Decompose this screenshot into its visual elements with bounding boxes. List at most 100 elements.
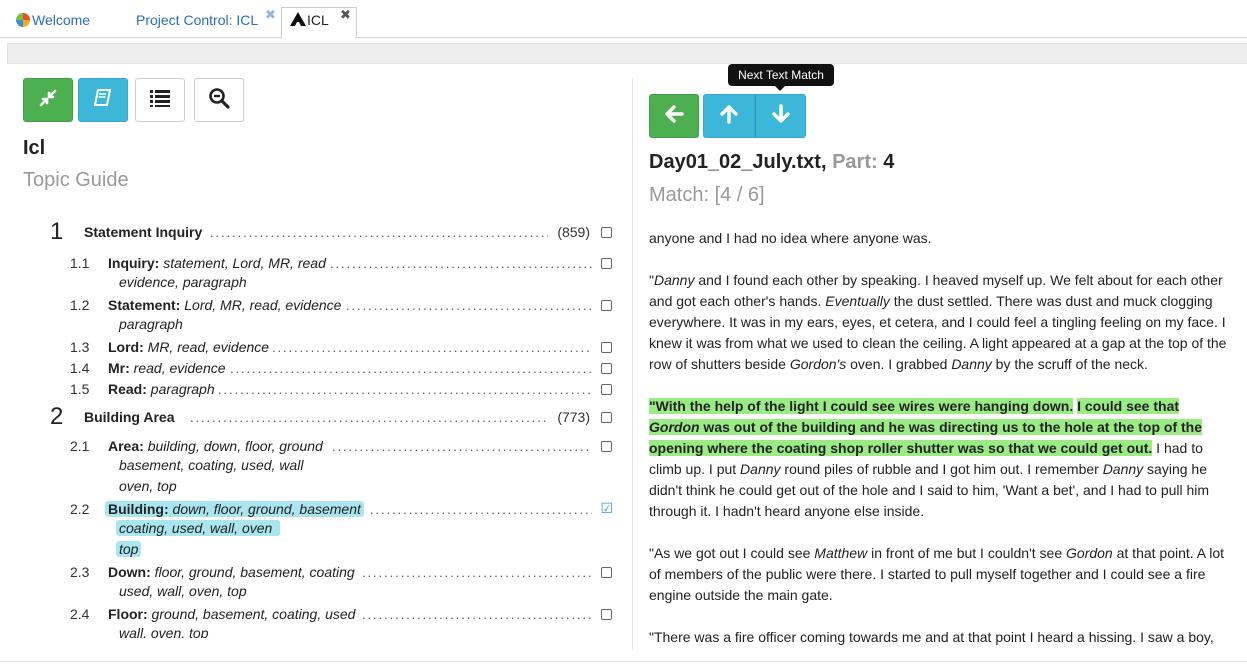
subtopic-terms-continued: coating, used, wall, oven bbox=[116, 520, 281, 536]
arrow-down-icon bbox=[770, 103, 792, 130]
subtopic-checkbox[interactable] bbox=[601, 342, 612, 353]
subtopic-terms-continued: wall, oven, top bbox=[119, 625, 209, 638]
subtopic-row[interactable]: 1.4 Mr: read, evidence .................… bbox=[40, 358, 612, 379]
subtopic-number: 1.3 bbox=[70, 339, 90, 355]
paragraph-with-match: "With the help of the light I could see … bbox=[649, 396, 1229, 522]
tooltip: Next Text Match bbox=[728, 64, 834, 86]
subtopic-number: 1.5 bbox=[70, 381, 90, 397]
collapse-button[interactable] bbox=[23, 78, 73, 122]
list-icon bbox=[149, 88, 171, 113]
search-match-highlight: Gordon bbox=[649, 419, 700, 435]
subtopic-row[interactable]: 1.3 Lord: MR, read, evidence ...........… bbox=[40, 337, 612, 358]
subtopic-checkbox[interactable] bbox=[601, 384, 612, 395]
subtopic-row[interactable]: 2.3 Down: floor, ground, basement, coati… bbox=[40, 562, 612, 583]
text-run: Danny bbox=[653, 272, 695, 288]
topic-checkbox[interactable] bbox=[601, 227, 612, 238]
subtopic-label: Lord: bbox=[108, 339, 144, 355]
text-run: Eventually bbox=[825, 293, 890, 309]
subtopic-number: 1.1 bbox=[70, 255, 90, 271]
tab-welcome[interactable]: Welcome bbox=[16, 11, 90, 29]
subtopic-checkbox[interactable] bbox=[601, 258, 612, 269]
dot-leader: ........................................… bbox=[330, 256, 592, 271]
checkbox-checked-icon[interactable]: ☑ bbox=[600, 500, 613, 516]
subtopic-terms-continued: evidence, paragraph bbox=[119, 274, 247, 290]
subtopic-label: Floor: bbox=[108, 606, 148, 622]
project-title: Icl bbox=[23, 137, 46, 159]
zoom-out-button[interactable] bbox=[194, 78, 244, 122]
text-run: Gordon bbox=[1066, 545, 1113, 561]
dot-leader: ........................................… bbox=[218, 382, 592, 397]
dot-leader: ........................................… bbox=[362, 607, 592, 622]
subtopic-terms-continued: oven, top bbox=[119, 478, 177, 494]
tab-icl-label: ICL bbox=[307, 12, 329, 28]
paragraph: anyone and I had no idea where anyone wa… bbox=[649, 230, 932, 246]
tab-project-control-label: Project Control: ICL bbox=[136, 12, 259, 28]
subtopic-label: Statement: bbox=[108, 297, 181, 313]
document-filename: Day01_02_July.txt, bbox=[649, 151, 827, 173]
subtopic-number: 2.4 bbox=[70, 606, 90, 622]
topic-label: Building Area bbox=[84, 409, 175, 425]
tab-icl[interactable]: ICL bbox=[290, 11, 329, 30]
search-match-highlight: was out of the building and he was direc… bbox=[649, 419, 1202, 456]
subtopic-label: Read: bbox=[108, 381, 147, 397]
dot-leader: ........................................… bbox=[346, 298, 592, 313]
subtopic-row-selected[interactable]: 2.2 Building: down, floor, ground, basem… bbox=[40, 499, 613, 520]
topic-number: 1 bbox=[50, 222, 64, 245]
zoom-out-icon bbox=[208, 87, 230, 114]
next-match-button[interactable] bbox=[755, 94, 806, 138]
arrow-up-icon bbox=[718, 103, 740, 130]
panel-divider bbox=[632, 78, 633, 650]
subtopic-checkbox[interactable] bbox=[601, 441, 612, 452]
back-arrow-icon bbox=[663, 103, 685, 130]
tab-icl-close-icon[interactable]: ✖ bbox=[340, 8, 351, 22]
collapse-icon bbox=[38, 88, 58, 113]
topic-count: (859) bbox=[557, 224, 590, 240]
document-title: Day01_02_July.txt, Part: 4 bbox=[649, 151, 894, 174]
topic-row[interactable]: 2 Building Area ........................… bbox=[40, 404, 612, 430]
subtopic-label: Area: bbox=[108, 438, 144, 454]
topic-row[interactable]: 1 Statement Inquiry ....................… bbox=[40, 222, 612, 245]
subtopic-checkbox[interactable] bbox=[601, 363, 612, 374]
subtopic-row[interactable]: 1.5 Read: paragraph ....................… bbox=[40, 379, 612, 400]
search-match-highlight: I could see that bbox=[1077, 398, 1180, 414]
subtopic-checkbox[interactable] bbox=[601, 300, 612, 311]
topic-label: Statement Inquiry bbox=[84, 224, 203, 240]
bottom-border bbox=[0, 661, 1247, 662]
subtopic-checkbox[interactable] bbox=[601, 609, 612, 620]
subtopic-terms: MR, read, evidence bbox=[147, 339, 270, 355]
subtopic-number: 2.1 bbox=[70, 438, 90, 454]
subtopic-terms-continued: basement, coating, used, wall bbox=[119, 457, 304, 473]
subtopic-row[interactable]: 1.1 Inquiry: statement, Lord, MR, read .… bbox=[40, 253, 612, 274]
subtopic-label: Inquiry: bbox=[108, 255, 160, 271]
list-view-button[interactable] bbox=[135, 78, 185, 122]
text-run: oven. I grabbed bbox=[846, 356, 952, 372]
subtopic-number: 1.4 bbox=[70, 360, 90, 376]
document-text: anyone and I had no idea where anyone wa… bbox=[649, 228, 1229, 650]
subtopic-terms: paragraph bbox=[150, 381, 215, 397]
subtopic-row[interactable]: 1.2 Statement: Lord, MR, read, evidence … bbox=[40, 295, 612, 316]
search-match-highlight: "With the help of the light I could see … bbox=[649, 398, 1074, 414]
subtopic-terms: floor, ground, basement, coating bbox=[154, 564, 355, 580]
subtopic-terms-continued: top bbox=[116, 541, 142, 557]
paragraph: "As we got out I could see Matthew in fr… bbox=[649, 543, 1229, 606]
dot-leader: ........................................… bbox=[272, 340, 592, 355]
book-view-button[interactable] bbox=[78, 78, 128, 122]
subtopic-terms-continued: paragraph bbox=[119, 316, 183, 332]
dot-leader: ........................................… bbox=[370, 502, 592, 517]
subtopic-row[interactable]: 2.1 Area: building, down, floor, ground … bbox=[40, 436, 612, 457]
back-button[interactable] bbox=[649, 94, 699, 138]
subtopic-row[interactable]: 2.4 Floor: ground, basement, coating, us… bbox=[40, 604, 612, 625]
tab-project-control-close-icon[interactable]: ✖ bbox=[265, 8, 276, 22]
subtopic-checkbox[interactable] bbox=[601, 567, 612, 578]
subtopic-label: Mr: bbox=[108, 360, 130, 376]
paragraph: "Danny and I found each other by speakin… bbox=[649, 270, 1229, 375]
tab-project-control[interactable]: Project Control: ICL bbox=[136, 11, 258, 29]
dot-leader: ........................................… bbox=[210, 225, 548, 240]
part-value: 4 bbox=[883, 151, 895, 173]
text-run: "As we got out I could see bbox=[649, 545, 815, 561]
dot-leader: ........................................… bbox=[332, 439, 592, 454]
previous-match-button[interactable] bbox=[703, 94, 755, 138]
topic-checkbox[interactable] bbox=[601, 412, 612, 423]
subtopic-label: Building: bbox=[108, 501, 169, 517]
dot-leader: ........................................… bbox=[190, 410, 548, 425]
